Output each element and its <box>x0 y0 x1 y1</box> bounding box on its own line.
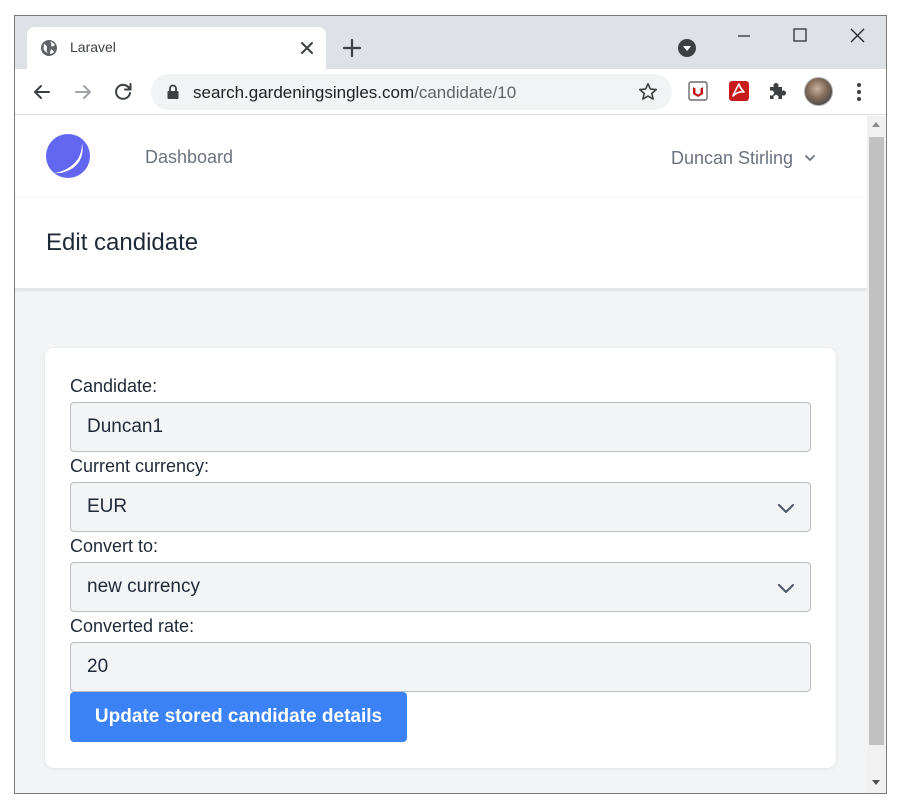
user-menu-dropdown[interactable]: Duncan Stirling <box>671 146 817 170</box>
edit-candidate-form: Candidate: Duncan1 Current currency: EUR… <box>45 348 836 768</box>
page-viewport: Dashboard Duncan Stirling Edit candidate… <box>15 116 867 793</box>
candidate-label: Candidate: <box>70 376 158 396</box>
user-name: Duncan Stirling <box>671 147 794 168</box>
url-path: /candidate/10 <box>414 83 517 102</box>
current-currency-value: EUR <box>87 496 128 517</box>
update-candidate-button[interactable]: Update stored candidate details <box>70 692 407 742</box>
candidate-value: Duncan1 <box>87 416 164 437</box>
profile-avatar[interactable] <box>804 77 833 106</box>
scrollbar-thumb[interactable] <box>869 137 884 745</box>
browser-window: Laravel search.gardeningsingles.com/cand… <box>14 15 887 794</box>
url-text: search.gardeningsingles.com/candidate/10 <box>193 83 516 103</box>
scroll-up-arrow-icon[interactable] <box>872 122 880 127</box>
address-bar[interactable]: search.gardeningsingles.com/candidate/10 <box>151 74 672 110</box>
url-host: search.gardeningsingles.com <box>193 83 415 102</box>
page-title: Edit candidate <box>46 229 199 256</box>
more-menu-icon[interactable] <box>851 80 867 104</box>
reload-icon[interactable] <box>111 80 135 104</box>
maximize-icon[interactable] <box>780 25 820 47</box>
chevron-down-icon <box>805 155 815 161</box>
forward-arrow-icon[interactable] <box>71 80 95 104</box>
bookmark-star-icon[interactable] <box>638 82 658 102</box>
back-arrow-icon[interactable] <box>30 80 54 104</box>
converted-rate-label: Converted rate: <box>70 616 195 636</box>
nav-dashboard-link[interactable]: Dashboard <box>145 147 233 168</box>
scroll-down-arrow-icon[interactable] <box>872 780 880 785</box>
window-close-icon[interactable] <box>837 25 877 47</box>
lock-icon[interactable] <box>166 84 180 100</box>
chevron-down-icon <box>778 504 794 513</box>
jetstream-logo-icon[interactable] <box>45 133 91 179</box>
adobe-pdf-extension-icon[interactable] <box>727 79 751 103</box>
current-currency-select[interactable]: EUR <box>70 482 811 532</box>
converted-rate-input[interactable]: 20 <box>70 642 811 692</box>
browser-tab[interactable]: Laravel <box>27 27 326 69</box>
minimize-icon[interactable] <box>724 25 764 47</box>
tab-search-icon[interactable] <box>677 38 697 58</box>
convert-to-value: new currency <box>87 576 200 597</box>
puzzle-extensions-icon[interactable] <box>766 79 790 103</box>
chevron-down-icon <box>778 584 794 593</box>
app-navbar: Dashboard Duncan Stirling <box>15 116 867 197</box>
convert-to-select[interactable]: new currency <box>70 562 811 612</box>
browser-toolbar: search.gardeningsingles.com/candidate/10 <box>15 69 886 115</box>
close-tab-icon[interactable] <box>297 38 317 58</box>
globe-icon <box>41 40 57 56</box>
page-scrollbar[interactable] <box>867 116 886 793</box>
page-header: Edit candidate <box>15 197 867 289</box>
candidate-input[interactable]: Duncan1 <box>70 402 811 452</box>
current-currency-label: Current currency: <box>70 456 210 476</box>
tab-title: Laravel <box>70 39 116 55</box>
converted-rate-value: 20 <box>87 656 109 677</box>
mcafee-extension-icon[interactable] <box>686 79 710 103</box>
tab-strip: Laravel <box>15 16 886 69</box>
convert-to-label: Convert to: <box>70 536 159 556</box>
new-tab-icon[interactable] <box>341 37 363 59</box>
